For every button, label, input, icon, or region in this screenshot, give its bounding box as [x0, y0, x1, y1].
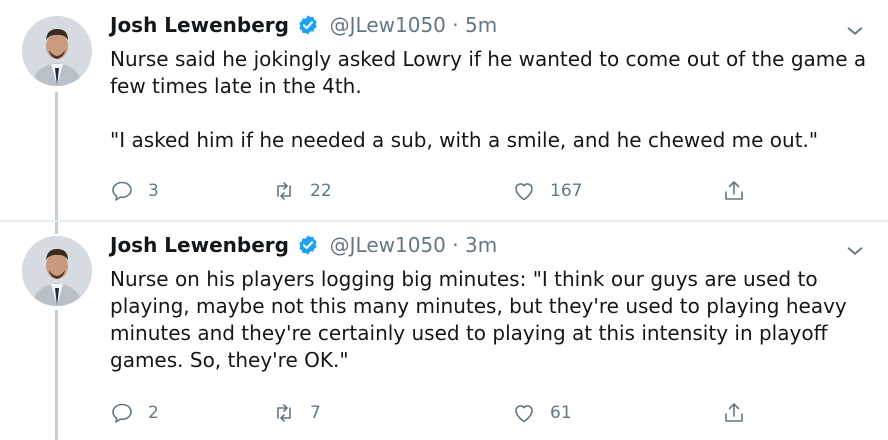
reply-icon [112, 403, 132, 423]
reply-button[interactable]: 2 [110, 398, 159, 428]
retweet-button[interactable]: 7 [272, 398, 321, 428]
avatar[interactable] [22, 16, 92, 86]
like-count: 61 [550, 403, 572, 423]
separator-dot: · [452, 13, 459, 37]
like-count: 167 [550, 181, 583, 201]
thread-line [55, 310, 58, 440]
tweet-actions: 2 7 61 [110, 398, 770, 428]
avatar[interactable] [22, 236, 92, 306]
tweet-actions: 3 22 167 [110, 176, 770, 206]
reply-count: 3 [148, 181, 159, 201]
tweet-text: Nurse on his players logging big minutes… [110, 267, 854, 372]
chevron-down-icon[interactable] [844, 20, 866, 42]
share-button[interactable] [722, 176, 760, 206]
like-icon [515, 405, 533, 423]
author-handle[interactable]: @JLew1050 [330, 233, 446, 257]
retweet-count: 22 [310, 181, 332, 201]
chevron-down-icon[interactable] [844, 240, 866, 262]
tweet-timestamp[interactable]: 5m [465, 13, 497, 37]
like-icon [515, 183, 533, 201]
verified-badge-icon [299, 15, 317, 35]
reply-button[interactable]: 3 [110, 176, 159, 206]
thread-line [55, 92, 58, 222]
tweet-timestamp[interactable]: 3m [465, 233, 497, 257]
retweet-icon [277, 404, 291, 422]
author-name[interactable]: Josh Lewenberg [110, 233, 289, 257]
reply-icon [112, 181, 132, 201]
thread-line [55, 222, 58, 234]
tweet-header: Josh Lewenberg @JLew1050 · 3m [110, 230, 497, 260]
like-button[interactable]: 167 [512, 176, 582, 206]
tweet-text: Nurse said he jokingly asked Lowry if he… [110, 47, 867, 152]
verified-badge-icon [299, 235, 317, 255]
separator-dot: · [452, 233, 459, 257]
tweet-header: Josh Lewenberg @JLew1050 · 5m [110, 10, 497, 40]
share-icon [725, 403, 743, 422]
tweet-1[interactable]: Josh Lewenberg @JLew1050 · 5m Nurse said… [0, 0, 888, 222]
tweet-2[interactable]: Josh Lewenberg @JLew1050 · 3m Nurse on h… [0, 222, 888, 440]
reply-count: 2 [148, 403, 159, 423]
share-icon [725, 181, 743, 200]
author-handle[interactable]: @JLew1050 [330, 13, 446, 37]
author-name[interactable]: Josh Lewenberg [110, 13, 289, 37]
retweet-button[interactable]: 22 [272, 176, 332, 206]
share-button[interactable] [722, 398, 760, 428]
retweet-count: 7 [310, 403, 321, 423]
retweet-icon [277, 182, 291, 200]
like-button[interactable]: 61 [512, 398, 572, 428]
